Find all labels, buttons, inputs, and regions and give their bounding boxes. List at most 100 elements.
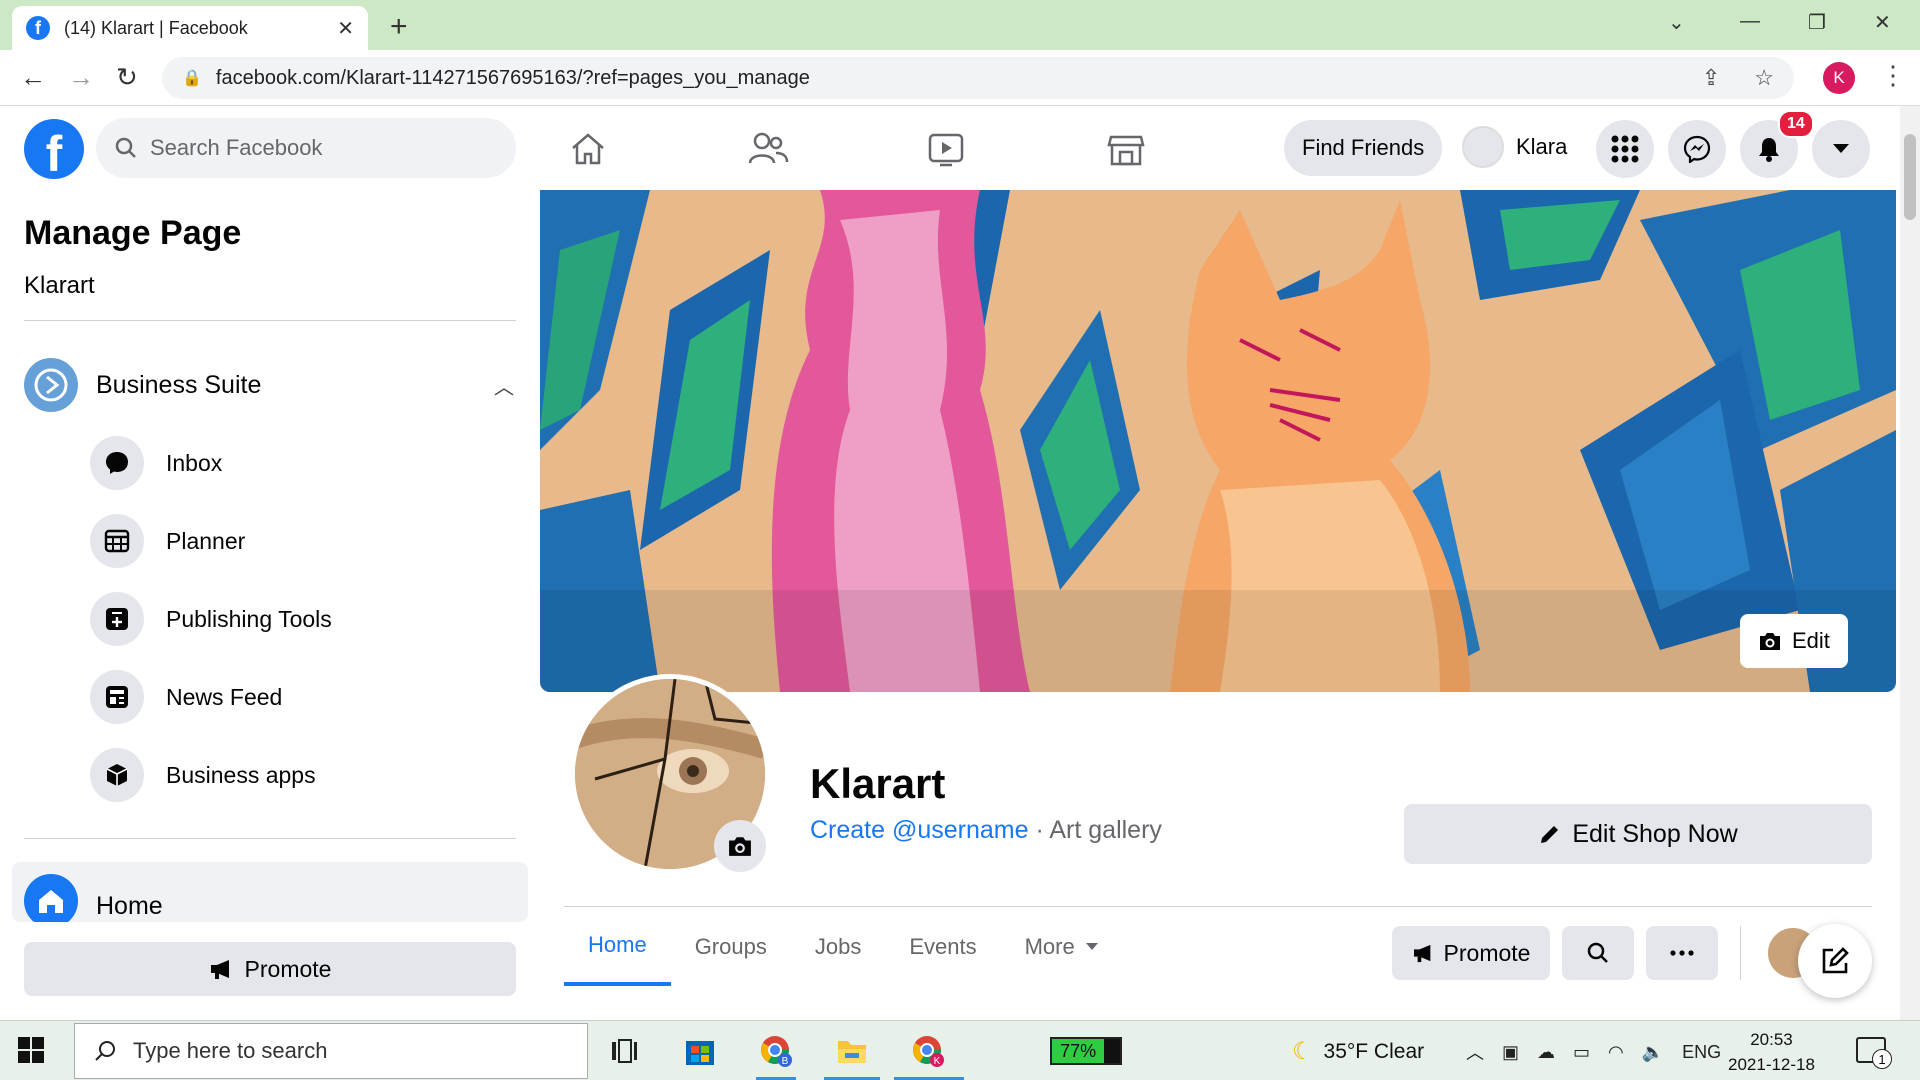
cover-photo: Edit bbox=[540, 190, 1896, 692]
tab-jobs[interactable]: Jobs bbox=[791, 908, 885, 986]
promote-page-label: Promote bbox=[1443, 939, 1531, 966]
tab-home[interactable]: Home bbox=[564, 908, 671, 986]
create-username-link[interactable]: Create @username bbox=[810, 816, 1029, 844]
address-bar[interactable]: 🔒 facebook.com/Klarart-114271567695163/?… bbox=[162, 57, 1794, 99]
camera-icon bbox=[1760, 633, 1780, 650]
update-profile-picture-button[interactable] bbox=[714, 820, 766, 872]
windows-start-icon[interactable] bbox=[18, 1037, 44, 1063]
edit-cover-button[interactable]: Edit bbox=[1740, 614, 1848, 668]
search-icon bbox=[115, 137, 136, 158]
file-explorer-icon[interactable] bbox=[832, 1031, 872, 1071]
new-tab-icon[interactable]: + bbox=[390, 10, 408, 44]
cloud-icon[interactable]: ☁ bbox=[1537, 1042, 1555, 1063]
megaphone-icon bbox=[1413, 944, 1430, 963]
new-message-button[interactable] bbox=[1798, 924, 1872, 998]
edit-shop-now-button[interactable]: Edit Shop Now bbox=[1404, 804, 1872, 864]
chrome-profile-b-icon[interactable]: B bbox=[756, 1031, 796, 1071]
marketplace-nav-icon[interactable] bbox=[1096, 124, 1156, 174]
camera-icon bbox=[729, 837, 751, 856]
messenger-button[interactable] bbox=[1668, 120, 1726, 178]
promote-button[interactable]: Promote bbox=[24, 942, 516, 996]
menu-grid-button[interactable] bbox=[1596, 120, 1654, 178]
svg-text:B: B bbox=[782, 1056, 789, 1067]
browser-tab[interactable]: f (14) Klarart | Facebook ✕ bbox=[12, 6, 368, 50]
sidebar-item-inbox[interactable]: Inbox bbox=[90, 436, 222, 490]
browser-toolbar: ← → ↻ 🔒 facebook.com/Klarart-11427156769… bbox=[0, 50, 1920, 106]
language-indicator[interactable]: ENG bbox=[1682, 1042, 1721, 1063]
scrollbar-thumb[interactable] bbox=[1904, 134, 1916, 220]
home-nav-icon[interactable] bbox=[558, 124, 618, 174]
facebook-logo-icon[interactable]: f bbox=[24, 119, 84, 179]
wifi-icon[interactable]: ◠ bbox=[1608, 1042, 1624, 1063]
sidebar-item-publishing-tools[interactable]: Publishing Tools bbox=[90, 592, 332, 646]
volume-icon[interactable]: 🔈 bbox=[1642, 1042, 1664, 1063]
sidebar-item-label: Planner bbox=[166, 527, 246, 554]
chrome-profile-k-icon[interactable]: K bbox=[908, 1031, 948, 1071]
meet-icon[interactable]: ▣ bbox=[1502, 1042, 1519, 1063]
page-subtitle: Create @username · Art gallery bbox=[810, 816, 1162, 845]
taskbar-search-placeholder: Type here to search bbox=[133, 1038, 328, 1063]
promote-page-button[interactable]: Promote bbox=[1392, 926, 1550, 980]
taskbar-search-input[interactable]: Type here to search bbox=[74, 1023, 588, 1079]
notification-center-icon[interactable]: 1 bbox=[1856, 1037, 1892, 1069]
page-main: Edit Klarart Create @username · Art gall… bbox=[540, 190, 1900, 1020]
search-icon bbox=[95, 1041, 115, 1061]
sidebar-item-planner[interactable]: Planner bbox=[90, 514, 245, 568]
sidebar-item-home[interactable]: Home bbox=[12, 862, 528, 922]
sidebar-item-label: Business apps bbox=[166, 761, 316, 788]
search-placeholder: Search Facebook bbox=[150, 135, 323, 160]
bookmark-star-icon[interactable]: ☆ bbox=[1754, 65, 1774, 91]
battery-icon[interactable]: ▭ bbox=[1573, 1042, 1590, 1063]
share-icon[interactable]: ⇪ bbox=[1702, 65, 1720, 91]
weather-widget[interactable]: ☾ 35°F Clear bbox=[1292, 1037, 1424, 1066]
task-view-icon[interactable] bbox=[604, 1031, 644, 1071]
taskbar-clock[interactable]: 20:53 2021-12-18 bbox=[1728, 1027, 1815, 1077]
sidebar-item-label: Home bbox=[96, 892, 163, 920]
facebook-search-input[interactable]: Search Facebook bbox=[96, 118, 516, 178]
back-icon[interactable]: ← bbox=[20, 62, 46, 93]
forward-icon[interactable]: → bbox=[68, 62, 94, 93]
tab-groups[interactable]: Groups bbox=[671, 908, 791, 986]
sidebar-page-name: Klarart bbox=[24, 272, 95, 299]
caret-down-icon bbox=[1085, 943, 1098, 950]
compose-icon bbox=[1822, 947, 1849, 974]
restore-icon[interactable]: ❐ bbox=[1808, 10, 1826, 35]
svg-text:K: K bbox=[934, 1056, 941, 1067]
minimize-icon[interactable]: — bbox=[1740, 10, 1760, 33]
search-page-button[interactable] bbox=[1562, 926, 1634, 980]
facebook-header: f Search Facebook Find Friends Klara bbox=[0, 106, 1900, 190]
chevron-up-icon[interactable]: ︿ bbox=[494, 371, 514, 400]
windows-taskbar: Type here to search B K 77% ☾ 35°F Clear… bbox=[0, 1020, 1920, 1080]
profile-shortcut[interactable]: Klara bbox=[1462, 126, 1567, 168]
divider bbox=[24, 320, 516, 321]
manage-page-sidebar: Manage Page Klarart Business Suite ︿ Inb… bbox=[0, 190, 540, 1020]
watch-nav-icon[interactable] bbox=[916, 124, 976, 174]
chrome-menu-icon[interactable]: ⋮ bbox=[1880, 60, 1906, 91]
account-menu-button[interactable] bbox=[1812, 120, 1870, 178]
tab-search-icon[interactable]: ⌄ bbox=[1668, 10, 1685, 35]
find-friends-button[interactable]: Find Friends bbox=[1284, 120, 1443, 176]
tab-more[interactable]: More bbox=[1001, 908, 1123, 986]
battery-indicator[interactable]: 77% bbox=[1050, 1037, 1122, 1065]
sidebar-item-business-apps[interactable]: Business apps bbox=[90, 748, 316, 802]
chevron-up-icon[interactable]: ︿ bbox=[1466, 1039, 1484, 1065]
tab-more-label: More bbox=[1024, 934, 1075, 959]
search-icon bbox=[1587, 942, 1608, 963]
microsoft-store-icon[interactable] bbox=[680, 1031, 720, 1071]
close-window-icon[interactable]: ✕ bbox=[1874, 10, 1891, 35]
tab-events[interactable]: Events bbox=[885, 908, 1000, 986]
caret-down-icon bbox=[1833, 144, 1849, 153]
more-options-button[interactable] bbox=[1646, 926, 1718, 980]
close-tab-icon[interactable]: ✕ bbox=[337, 16, 354, 41]
chrome-profile-avatar[interactable]: K bbox=[1823, 62, 1855, 94]
cover-artwork bbox=[540, 190, 1896, 692]
business-suite-toggle[interactable]: Business Suite ︿ bbox=[24, 358, 514, 412]
friends-nav-icon[interactable] bbox=[738, 124, 798, 174]
news-feed-icon bbox=[90, 670, 144, 724]
system-tray: ︿ ▣ ☁ ▭ ◠ 🔈 ENG bbox=[1466, 1039, 1721, 1065]
clock-date: 2021-12-18 bbox=[1728, 1055, 1815, 1074]
page-scrollbar[interactable] bbox=[1900, 106, 1920, 1020]
reload-icon[interactable]: ↻ bbox=[116, 62, 138, 93]
sidebar-item-news-feed[interactable]: News Feed bbox=[90, 670, 282, 724]
grid-icon bbox=[1611, 135, 1639, 163]
